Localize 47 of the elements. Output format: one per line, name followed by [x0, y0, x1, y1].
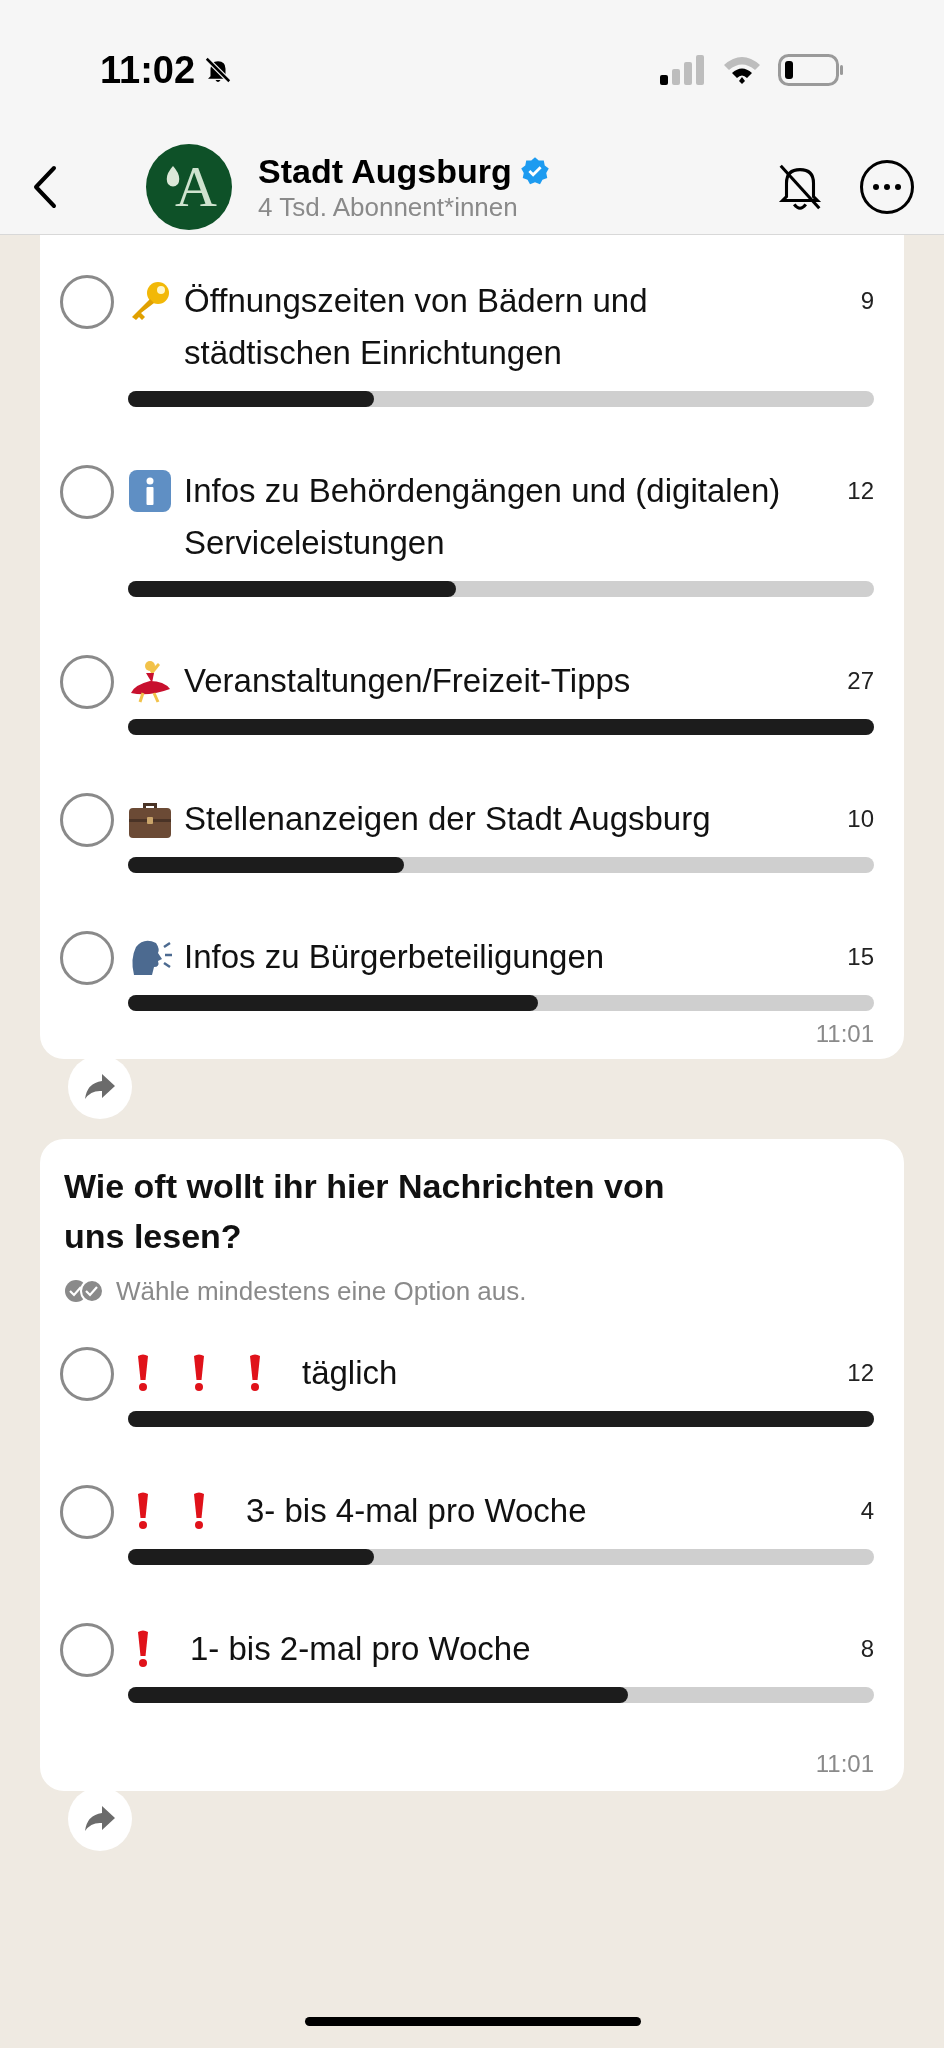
message-time: 11:01 — [815, 1749, 874, 1779]
option-label: 3- bis 4-mal pro Woche — [246, 1491, 588, 1531]
forward-icon — [84, 1805, 116, 1833]
radio-button[interactable] — [60, 793, 114, 847]
option-label: 1- bis 2-mal pro Woche — [190, 1629, 532, 1669]
info-icon — [128, 469, 172, 513]
radio-button[interactable] — [60, 1347, 114, 1401]
vote-count: 10 — [847, 804, 874, 834]
message-time: 11:01 — [815, 1019, 874, 1049]
wifi-icon — [722, 55, 762, 85]
vote-count: 4 — [860, 1496, 874, 1526]
vote-count: 27 — [847, 666, 874, 696]
radio-button[interactable] — [60, 655, 114, 709]
option-label: Infos zu Bürgerbeteiligungen — [184, 937, 606, 977]
radio-button[interactable] — [60, 1485, 114, 1539]
exclamation-icon — [248, 1353, 262, 1393]
option-label: Stellenanzeigen der Stadt Augsburg — [184, 799, 712, 839]
exclamation-icon — [136, 1353, 150, 1393]
back-icon — [32, 165, 58, 209]
dancer-icon — [128, 659, 172, 703]
signal-icon — [660, 55, 706, 85]
status-time: 11:02 — [100, 47, 196, 93]
battery-icon — [778, 54, 844, 86]
subscriber-count: 4 Tsd. Abonnent*innen — [258, 191, 519, 223]
option-label: Infos zu Behördengängen und (digitalen) Serviceleistungen — [184, 471, 782, 563]
exclamation-icon — [136, 1491, 150, 1531]
more-button[interactable] — [860, 160, 914, 214]
radio-button[interactable] — [60, 1623, 114, 1677]
radio-button[interactable] — [60, 275, 114, 329]
vote-count: 9 — [860, 286, 874, 316]
option-label: Öffnungszeiten von Bädern und städtischen Einrichtungen — [184, 281, 649, 373]
channel-name: Stadt Augsburg — [258, 151, 512, 191]
exclamation-icon — [192, 1491, 206, 1531]
avatar-letter: A — [175, 158, 217, 216]
radio-button[interactable] — [60, 931, 114, 985]
poll-question: Wie oft wollt ihr hier Nachrichten von uns lesen? — [63, 1166, 666, 1257]
vote-count: 8 — [860, 1634, 874, 1664]
radio-button[interactable] — [60, 465, 114, 519]
exclamation-icon — [192, 1353, 206, 1393]
option-label: Veranstaltungen/Freizeit-Tipps — [184, 661, 632, 701]
vote-count: 15 — [847, 942, 874, 972]
forward-icon — [84, 1073, 116, 1101]
poll-hint: Wähle mindestens eine Option aus. — [116, 1275, 527, 1307]
vote-count: 12 — [847, 476, 874, 506]
exclamation-icon — [136, 1629, 150, 1669]
vote-count: 12 — [847, 1358, 874, 1388]
option-label: täglich — [302, 1353, 399, 1393]
